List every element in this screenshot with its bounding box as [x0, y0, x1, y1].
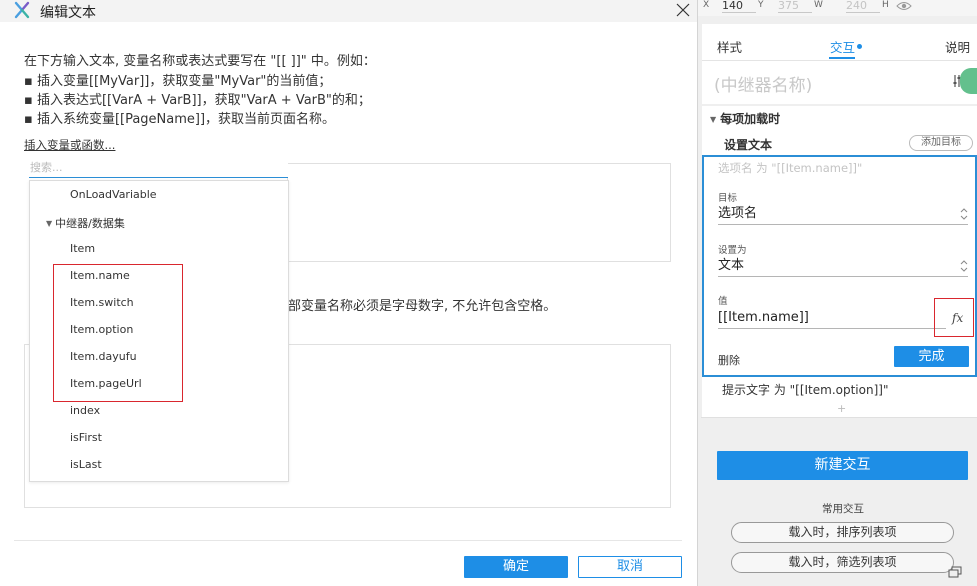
x-field[interactable]: 140 — [722, 0, 756, 13]
divider — [701, 417, 977, 418]
list-item[interactable]: Item.pageUrl — [70, 377, 142, 390]
w-field[interactable]: 240 — [846, 0, 880, 13]
instruction-line: ▪ 插入变量[[MyVar]]，获取变量"MyVar"的当前值； — [24, 74, 332, 89]
divider — [702, 60, 977, 61]
spinner-icon — [960, 208, 968, 220]
list-group-repeater[interactable]: ▼ 中继器/数据集 — [46, 215, 125, 231]
tab-interaction-label: 交互 — [830, 40, 856, 55]
action-item[interactable]: 提示文字 为 "[[Item.option]]" — [722, 381, 888, 398]
set-to-value: 文本 — [718, 258, 745, 273]
coordinate-bar: X 140 Y 375 W 240 H — [698, 0, 977, 16]
text-editor[interactable] — [287, 163, 671, 262]
list-item[interactable]: Item.option — [70, 323, 133, 336]
edit-text-dialog: 编辑文本 在下方输入文本, 变量名称或表达式要写在 "[[ ]]" 中。例如： … — [0, 0, 697, 586]
event-header[interactable]: ▼ 每项加载时 — [710, 110, 780, 127]
delete-link[interactable]: 删除 — [718, 352, 740, 368]
value-input[interactable]: [[Item.name]] — [718, 309, 946, 329]
common-action-filter-button[interactable]: 载入时，筛选列表项 — [731, 552, 954, 573]
w-label: W — [814, 0, 823, 10]
instruction-line: 在下方输入文本, 变量名称或表达式要写在 "[[ ]]" 中。例如： — [24, 54, 376, 69]
set-to-select[interactable]: 文本 — [718, 257, 968, 277]
corner-icon[interactable] — [948, 566, 962, 578]
event-label: 每项加载时 — [720, 112, 781, 126]
common-action-sort-button[interactable]: 载入时，排序列表项 — [731, 522, 954, 543]
dialog-title: 编辑文本 — [40, 5, 96, 21]
action-description: 选项名 为 "[[Item.name]]" — [718, 161, 863, 175]
instruction-line: ▪ 插入系统变量[[PageName]]，获取当前页面名称。 — [24, 112, 336, 127]
y-field[interactable]: 375 — [778, 0, 812, 13]
close-icon[interactable] — [674, 1, 692, 19]
ok-button[interactable]: 确定 — [464, 556, 568, 578]
variable-dropdown-list: OnLoadVariable ▼ 中继器/数据集 Item Item.name I… — [29, 180, 289, 482]
tab-notes[interactable]: 说明 — [945, 37, 970, 56]
panel-header: 样式 交互 说明 (中继器名称) — [702, 24, 977, 104]
tab-interaction[interactable]: 交互 — [830, 37, 863, 56]
local-variable-note: 部变量名称必须是字母数字, 不允许包含空格。 — [288, 299, 557, 314]
list-item[interactable]: Item.switch — [70, 296, 134, 309]
list-item[interactable]: isFirst — [70, 431, 102, 444]
fx-icon[interactable]: fx — [952, 311, 966, 325]
x-label: X — [703, 0, 710, 10]
list-item[interactable]: OnLoadVariable — [70, 188, 157, 201]
cancel-button[interactable]: 取消 — [578, 556, 682, 578]
set-to-label: 设置为 — [718, 245, 747, 256]
instruction-line: ▪ 插入表达式[[VarA + VarB]]，获取"VarA + VarB"的和… — [24, 93, 371, 108]
widget-name-field[interactable]: (中继器名称) — [714, 71, 812, 96]
divider — [14, 540, 682, 541]
h-label: H — [882, 0, 889, 10]
list-group-label: 中继器/数据集 — [55, 217, 125, 230]
action-title: 设置文本 — [724, 138, 773, 152]
done-button[interactable]: 完成 — [894, 346, 969, 367]
list-item[interactable]: index — [70, 404, 100, 417]
dialog-header: 编辑文本 — [0, 0, 697, 22]
active-tab-indicator — [829, 57, 855, 59]
target-label: 目标 — [718, 193, 738, 204]
target-value: 选项名 — [718, 206, 758, 221]
action-editor: 选项名 为 "[[Item.name]]" 目标 选项名 设置为 文本 值 [[… — [702, 155, 977, 377]
list-item[interactable]: isLast — [70, 458, 102, 471]
variable-search-input[interactable] — [29, 158, 288, 178]
logo-icon — [14, 1, 30, 19]
chevron-down-icon: ▼ — [710, 115, 717, 124]
chevron-down-icon: ▼ — [46, 219, 53, 228]
active-dot-icon — [857, 44, 863, 49]
assistant-bubble-icon[interactable] — [960, 68, 977, 94]
spinner-icon — [960, 260, 968, 272]
common-interactions-label: 常用交互 — [822, 503, 864, 515]
new-interaction-button[interactable]: 新建交互 — [717, 451, 968, 480]
eye-icon[interactable] — [896, 0, 912, 12]
add-action-plus[interactable]: + — [837, 402, 846, 415]
target-select[interactable]: 选项名 — [718, 205, 968, 225]
list-item[interactable]: Item — [70, 242, 95, 255]
y-label: Y — [758, 0, 764, 10]
list-item[interactable]: Item.name — [70, 269, 130, 282]
list-item[interactable]: Item.dayufu — [70, 350, 137, 363]
value-label: 值 — [718, 296, 728, 307]
tab-style[interactable]: 样式 — [717, 37, 742, 56]
add-target-button[interactable]: 添加目标 — [909, 135, 973, 151]
insert-variable-link[interactable]: 插入变量或函数... — [24, 137, 115, 153]
